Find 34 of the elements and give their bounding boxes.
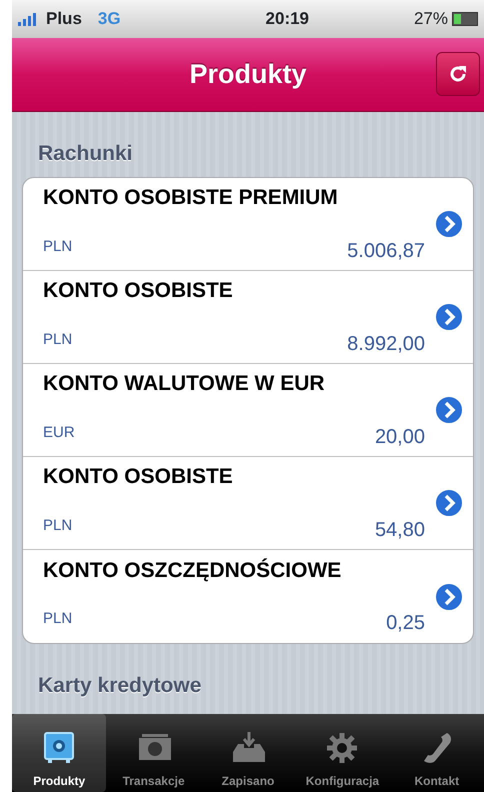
currency-label: PLN [43, 516, 72, 536]
account-row[interactable]: KONTO WALUTOWE W EUR EUR 20,00 [23, 364, 473, 458]
battery-percent: 27% [414, 8, 448, 30]
tab-bar-item[interactable]: Konfiguracja [295, 714, 390, 792]
account-row[interactable]: KONTO OSOBISTE PREMIUM PLN 5.006,87 [23, 178, 473, 272]
account-name: KONTO OSOBISTE [43, 464, 234, 490]
account-name: KONTO OSOBISTE [43, 278, 234, 304]
tab-bar-item[interactable]: Produkty [12, 714, 106, 792]
currency-label: PLN [43, 609, 72, 630]
currency-label: EUR [43, 422, 75, 443]
account-balance: 0,25 [386, 611, 425, 636]
clock-time: 20:19 [264, 8, 310, 30]
currency-label: PLN [43, 330, 72, 350]
screen-title: Produkty [189, 58, 307, 91]
account-balance: 54,80 [374, 518, 425, 543]
refresh-button[interactable] [436, 52, 480, 96]
account-name: KONTO WALUTOWE W EUR [43, 371, 326, 398]
network-type: 3G [98, 8, 121, 30]
section-header: Rachunki [37, 141, 134, 167]
tab-bar-item[interactable]: Kontakt [390, 714, 484, 792]
section-header: Karty kredytowe [37, 673, 202, 700]
account-row[interactable]: KONTO OSOBISTE PLN 8.992,00 [23, 271, 473, 364]
currency-label: PLN [43, 236, 72, 257]
account-name: KONTO OSOBISTE PREMIUM [43, 185, 339, 212]
account-row[interactable]: KONTO OSZCZĘDNOŚCIOWE PLN 0,25 [23, 550, 473, 644]
account-balance: 5.006,87 [347, 238, 425, 264]
carrier-name: Plus [46, 8, 82, 30]
account-balance: 8.992,00 [347, 332, 425, 357]
tab-bar-item[interactable]: Zapisano [200, 714, 296, 792]
tab-bar-item[interactable]: Transakcje [106, 714, 201, 792]
battery-icon [452, 12, 478, 26]
account-row[interactable]: KONTO OSOBISTE PLN 54,80 [23, 457, 473, 550]
account-name: KONTO OSZCZĘDNOŚCIOWE [43, 557, 342, 584]
account-balance: 20,00 [374, 424, 425, 450]
